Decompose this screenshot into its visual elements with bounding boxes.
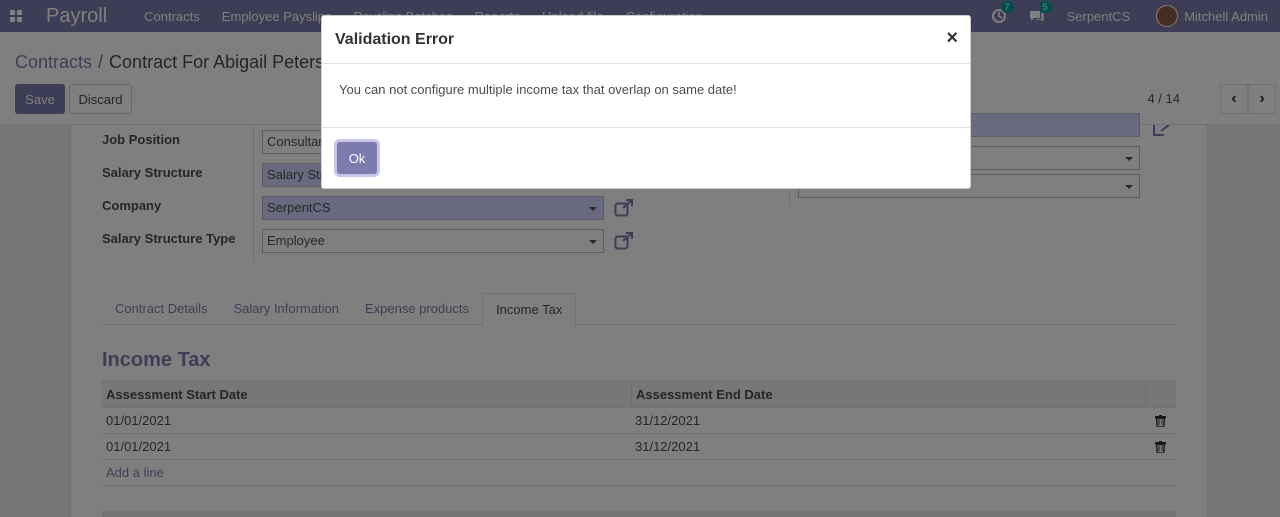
modal-footer: Ok — [322, 128, 970, 188]
modal-title: Validation Error — [335, 30, 455, 48]
validation-error-dialog: Validation Error × You can not configure… — [321, 15, 971, 189]
ok-button[interactable]: Ok — [337, 142, 377, 174]
close-icon[interactable]: × — [946, 27, 958, 50]
modal-body: You can not configure multiple income ta… — [322, 64, 970, 128]
error-message: You can not configure multiple income ta… — [339, 82, 737, 97]
modal-header: Validation Error × — [322, 16, 970, 64]
